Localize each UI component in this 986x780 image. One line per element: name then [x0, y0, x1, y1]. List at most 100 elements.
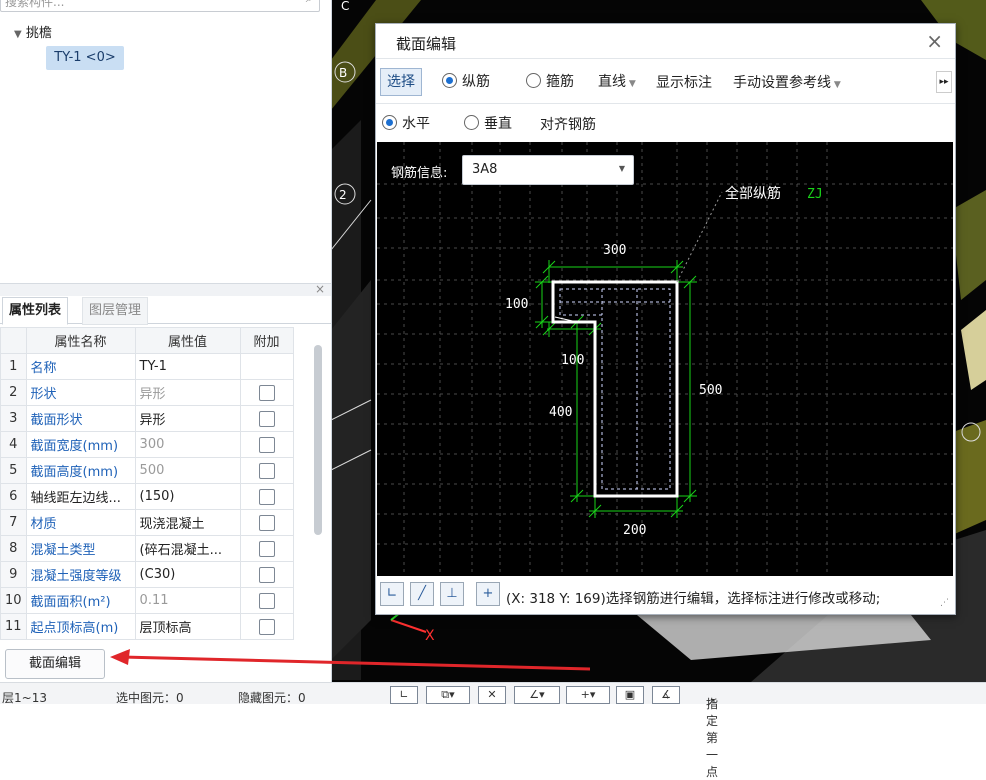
extra-checkbox[interactable]: [258, 592, 275, 609]
search-icon[interactable]: ⌕: [306, 0, 313, 6]
tab-property-list[interactable]: 属性列表: [2, 297, 69, 325]
prop-value[interactable]: 现浇混凝土: [134, 509, 241, 536]
rebar-info-label: 钢筋信息:: [391, 166, 448, 181]
layer-tool-icon[interactable]: ▣: [616, 686, 644, 704]
radio-icon-checked: [442, 73, 457, 88]
table-row[interactable]: 2 形状 异形: [0, 379, 294, 406]
tree-root-label: 挑檐: [25, 26, 52, 41]
svg-text:X: X: [425, 628, 435, 644]
radio-horizontal-label: 水平: [402, 116, 430, 132]
extra-checkbox[interactable]: [258, 462, 275, 479]
row-index: 5: [0, 457, 27, 484]
extra-cell: [239, 353, 294, 380]
all-longitudinal-label[interactable]: 全部纵筋: [725, 185, 781, 202]
radio-longitudinal[interactable]: 纵筋: [442, 71, 490, 91]
property-scrollbar[interactable]: [314, 345, 322, 535]
cross-icon[interactable]: ✕: [478, 686, 506, 704]
line-mode-dropdown[interactable]: 直线 ▼: [598, 71, 636, 91]
extra-checkbox[interactable]: [258, 566, 275, 583]
table-row[interactable]: 11 起点顶标高(m) 层顶标高: [0, 613, 294, 640]
prop-value[interactable]: 层顶标高: [134, 613, 241, 640]
radio-vertical[interactable]: 垂直: [464, 113, 512, 133]
extra-checkbox[interactable]: [258, 514, 275, 531]
dim-left-mid[interactable]: 400: [549, 405, 572, 420]
table-row[interactable]: 8 混凝土类型 (碎石混凝土...: [0, 535, 294, 562]
select-button[interactable]: 选择: [380, 68, 422, 96]
zj-label: ZJ: [807, 187, 823, 202]
radio-icon: [526, 73, 541, 88]
dim-step[interactable]: 100: [561, 353, 584, 368]
prop-value[interactable]: TY-1: [134, 353, 241, 380]
add-dimension-icon[interactable]: +: [476, 582, 500, 606]
extra-checkbox[interactable]: [258, 410, 275, 427]
extra-cell: [239, 405, 294, 432]
table-row[interactable]: 9 混凝土强度等级 (C30): [0, 561, 294, 588]
snap-mode-icon[interactable]: ⧉▾: [426, 686, 470, 704]
prop-value[interactable]: 异形: [134, 405, 241, 432]
manual-reference-line-dropdown[interactable]: 手动设置参考线 ▼: [733, 72, 841, 92]
prop-name: 混凝土强度等级: [25, 561, 136, 588]
row-index: 8: [0, 535, 27, 562]
prop-value[interactable]: (150): [134, 483, 241, 510]
prop-value[interactable]: (碎石混凝土...: [134, 535, 241, 562]
line-tool-icon[interactable]: ∠▾: [514, 686, 560, 704]
perpendicular-tool-icon[interactable]: ⊥: [440, 582, 464, 606]
chevron-down-icon[interactable]: ▼: [14, 29, 22, 40]
tab-layer-manager[interactable]: 图层管理: [82, 297, 149, 325]
prop-name: 截面高度(mm): [25, 457, 136, 484]
show-dimension-button[interactable]: 显示标注: [656, 72, 712, 92]
table-row[interactable]: 1 名称 TY-1: [0, 353, 294, 380]
prop-value[interactable]: 0.11: [134, 587, 241, 614]
property-table: 属性名称 属性值 附加 1 名称 TY-1 2 形状 异形 3 截面形状 异形 4 截面宽度(mm)…: [0, 327, 294, 640]
rebar-info-select[interactable]: 3A8 ▼: [462, 155, 634, 185]
dim-bottom[interactable]: 200: [623, 523, 646, 538]
dim-left-top[interactable]: 100: [505, 297, 528, 312]
dialog-title: 截面编辑: [396, 35, 457, 53]
prop-name: 截面形状: [25, 405, 136, 432]
prop-value[interactable]: 300: [134, 431, 241, 458]
radio-horizontal[interactable]: 水平: [382, 113, 430, 133]
tree-node-root[interactable]: ▼ 挑檐: [14, 22, 52, 41]
close-icon[interactable]: ×: [315, 282, 325, 296]
prop-value[interactable]: 异形: [134, 379, 241, 406]
dim-top[interactable]: 300: [603, 243, 626, 258]
prop-value[interactable]: 500: [134, 457, 241, 484]
radio-stirrup[interactable]: 箍筋: [526, 71, 574, 91]
corner-tool-icon[interactable]: ∟: [380, 582, 404, 606]
dim-right[interactable]: 500: [699, 383, 722, 398]
table-row[interactable]: 3 截面形状 异形: [0, 405, 294, 432]
resize-grip-icon[interactable]: ⋰: [940, 598, 949, 608]
plus-tool-icon[interactable]: +▾: [566, 686, 610, 704]
close-icon[interactable]: ×: [926, 29, 943, 53]
align-rebar-button[interactable]: 对齐钢筋: [540, 114, 596, 134]
table-row[interactable]: 6 轴线距左边线... (150): [0, 483, 294, 510]
panel-splitter[interactable]: ×: [0, 282, 331, 296]
row-index: 4: [0, 431, 27, 458]
extra-checkbox[interactable]: [258, 618, 275, 635]
table-row[interactable]: 4 截面宽度(mm) 300: [0, 431, 294, 458]
extra-checkbox[interactable]: [258, 488, 275, 505]
tree-node-ty1[interactable]: TY-1 <0>: [46, 46, 124, 70]
extra-checkbox[interactable]: [258, 436, 275, 453]
angle-tool-icon[interactable]: ∡: [652, 686, 680, 704]
chevron-down-icon: ▼: [831, 80, 841, 90]
manual-reference-label: 手动设置参考线: [733, 75, 831, 91]
slash-tool-icon[interactable]: ╱: [410, 582, 434, 606]
table-row[interactable]: 10 截面面积(m²) 0.11: [0, 587, 294, 614]
section-canvas[interactable]: 全部纵筋 ZJ 300 100 100 400 500 200 钢筋信息: 3A…: [377, 142, 953, 576]
extra-checkbox[interactable]: [258, 540, 275, 557]
ortho-icon[interactable]: ∟: [390, 686, 418, 704]
table-row[interactable]: 7 材质 现浇混凝土: [0, 509, 294, 536]
table-row[interactable]: 5 截面高度(mm) 500: [0, 457, 294, 484]
component-search-input[interactable]: 搜索构件... ⌕: [0, 0, 320, 12]
prop-name: 轴线距左边线...: [25, 483, 136, 510]
extra-checkbox[interactable]: [258, 384, 275, 401]
more-tools-button[interactable]: ▸▸: [936, 71, 952, 93]
row-index: 9: [0, 561, 27, 588]
prop-name: 名称: [25, 353, 136, 380]
section-drawing[interactable]: 全部纵筋 ZJ 300 100 100 400 500 200: [377, 142, 953, 576]
extra-cell: [239, 613, 294, 640]
prop-value[interactable]: (C30): [134, 561, 241, 588]
section-edit-button[interactable]: 截面编辑: [5, 649, 105, 679]
status-floor: 层1~13: [2, 691, 47, 705]
